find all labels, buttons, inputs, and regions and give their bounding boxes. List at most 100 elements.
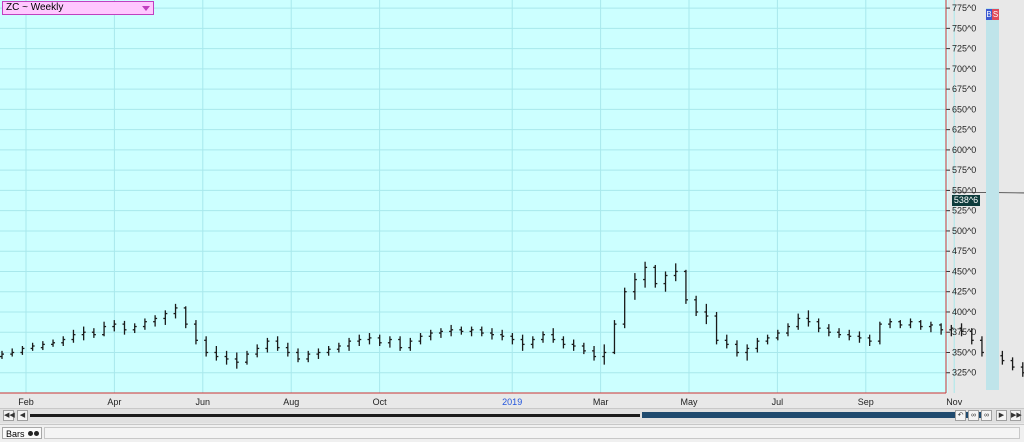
zoom-icon[interactable]: ↶ <box>955 410 966 421</box>
y-tick-label-18: 775^0 <box>952 3 976 13</box>
symbol-selector[interactable]: ZC ~ Weekly <box>2 1 154 15</box>
ohlc-bar <box>204 336 209 357</box>
y-tick-label-6: 475^0 <box>952 246 976 256</box>
ohlc-bar <box>398 336 403 351</box>
ohlc-bar <box>61 336 66 347</box>
y-tick-label-17: 750^0 <box>952 23 976 33</box>
scroll-thumb[interactable] <box>642 412 992 418</box>
ohlc-bar <box>724 334 729 349</box>
ohlc-bar <box>979 336 984 357</box>
y-tick-label-16: 725^0 <box>952 44 976 54</box>
scroll-track[interactable] <box>30 414 640 417</box>
ohlc-bar <box>510 333 515 345</box>
ohlc-bar <box>418 333 423 345</box>
ohlc-bar <box>602 344 607 365</box>
ohlc-bar <box>1010 357 1015 371</box>
ohlc-bar <box>255 344 260 358</box>
sell-button[interactable]: S <box>992 9 999 20</box>
ohlc-bar <box>561 336 566 349</box>
y-tick-label-4: 425^0 <box>952 287 976 297</box>
x-axis-labels: FebAprJunAugOct2019MarMayJulSepNov2020Ma… <box>18 397 962 407</box>
x-tick-label-1: Apr <box>107 397 121 407</box>
ohlc-bar <box>469 326 474 337</box>
chain-link-icon[interactable]: ∞ <box>968 410 979 421</box>
horizontal-scrollbar[interactable]: ◀◀ ◀ ↶ ∞ ∞ ▶ ▶▶ <box>0 408 1024 423</box>
ohlc-bar <box>438 328 443 338</box>
chart-window: 325^0 350^0 375^0 400^0 425^0 450^0 475^0 500^0… <box>0 0 1024 442</box>
ohlc-bar <box>489 328 494 340</box>
ohlc-bar <box>643 261 648 288</box>
order-panel <box>986 8 999 390</box>
symbol-label: ZC ~ Weekly <box>6 2 64 13</box>
scroll-left-icon[interactable]: ◀◀ <box>3 410 15 421</box>
ohlc-bar <box>163 310 168 325</box>
ohlc-bar <box>142 318 147 330</box>
scroll-right-icon[interactable]: ▶ <box>996 410 1007 421</box>
y-tick-label-8: 525^0 <box>952 206 976 216</box>
y-tick-label-3: 400^0 <box>952 307 976 317</box>
ohlc-bar <box>183 306 188 329</box>
ohlc-bar <box>714 311 719 345</box>
tab-bars-label: Bars <box>6 429 25 439</box>
ohlc-bar <box>826 324 831 337</box>
ohlc-bar <box>316 348 321 359</box>
chain-link-icon[interactable]: ∞ <box>981 410 992 421</box>
ohlc-bar <box>500 329 505 341</box>
y-tick-label-9: 550^0 <box>952 185 976 195</box>
ohlc-bar <box>755 337 760 353</box>
y-tick-label-10: 575^0 <box>952 165 976 175</box>
ohlc-bar <box>530 336 535 349</box>
ohlc-bar <box>663 271 668 292</box>
tab-bars[interactable]: Bars <box>2 427 42 439</box>
ohlc-bar <box>541 331 546 343</box>
ohlc-bar <box>347 337 352 351</box>
ohlc-bar <box>765 334 770 345</box>
ohlc-bar <box>939 323 944 335</box>
price-chart[interactable]: 325^0 350^0 375^0 400^0 425^0 450^0 475^0 500^0… <box>0 0 1024 410</box>
ohlc-bar <box>173 303 178 319</box>
scroll-left-icon[interactable]: ◀ <box>17 410 28 421</box>
ohlc-bar <box>867 334 872 347</box>
ohlc-bar <box>51 339 56 347</box>
ohlc-bar <box>734 340 739 357</box>
ohlc-bar <box>91 328 96 338</box>
ohlc-bar <box>622 287 627 329</box>
status-bar: Bars <box>0 424 1024 442</box>
ohlc-bar <box>336 342 341 353</box>
ohlc-bar <box>847 329 852 341</box>
ohlc-bar <box>479 326 484 337</box>
ohlc-bar <box>877 321 882 345</box>
ohlc-bar <box>459 326 464 335</box>
ohlc-bar <box>387 336 392 348</box>
ohlc-bar <box>408 337 413 351</box>
ohlc-bar <box>837 328 842 338</box>
dropdown-arrow-icon[interactable] <box>142 6 150 11</box>
ohlc-bar <box>592 346 597 361</box>
ohlc-bar <box>653 264 658 288</box>
ohlc-bar <box>377 334 382 347</box>
ohlc-bar <box>898 320 903 329</box>
ohlc-bar <box>30 342 35 351</box>
tab-strip <box>44 427 1020 439</box>
ohlc-bar <box>428 329 433 341</box>
ohlc-bar <box>285 342 290 357</box>
ohlc-bar <box>40 341 45 351</box>
x-tick-label-8: Jul <box>772 397 784 407</box>
ohlc-bar <box>612 320 617 355</box>
ohlc-bar <box>214 346 219 361</box>
y-tick-label-12: 625^0 <box>952 125 976 135</box>
ohlc-bar <box>786 323 791 337</box>
ohlc-bar <box>102 321 107 337</box>
ohlc-bar <box>132 323 137 334</box>
scroll-right-icon[interactable]: ▶▶ <box>1010 410 1022 421</box>
ohlc-bar <box>112 320 117 332</box>
y-tick-label-15: 700^0 <box>952 64 976 74</box>
x-tick-label-3: Aug <box>283 397 299 407</box>
dot-icon <box>28 431 33 436</box>
y-tick-label-11: 600^0 <box>952 145 976 155</box>
ohlc-bar <box>275 336 280 351</box>
ohlc-bar <box>632 273 637 300</box>
y-tick-label-13: 650^0 <box>952 104 976 114</box>
ohlc-bar <box>81 326 86 341</box>
y-tick-label-14: 675^0 <box>952 84 976 94</box>
